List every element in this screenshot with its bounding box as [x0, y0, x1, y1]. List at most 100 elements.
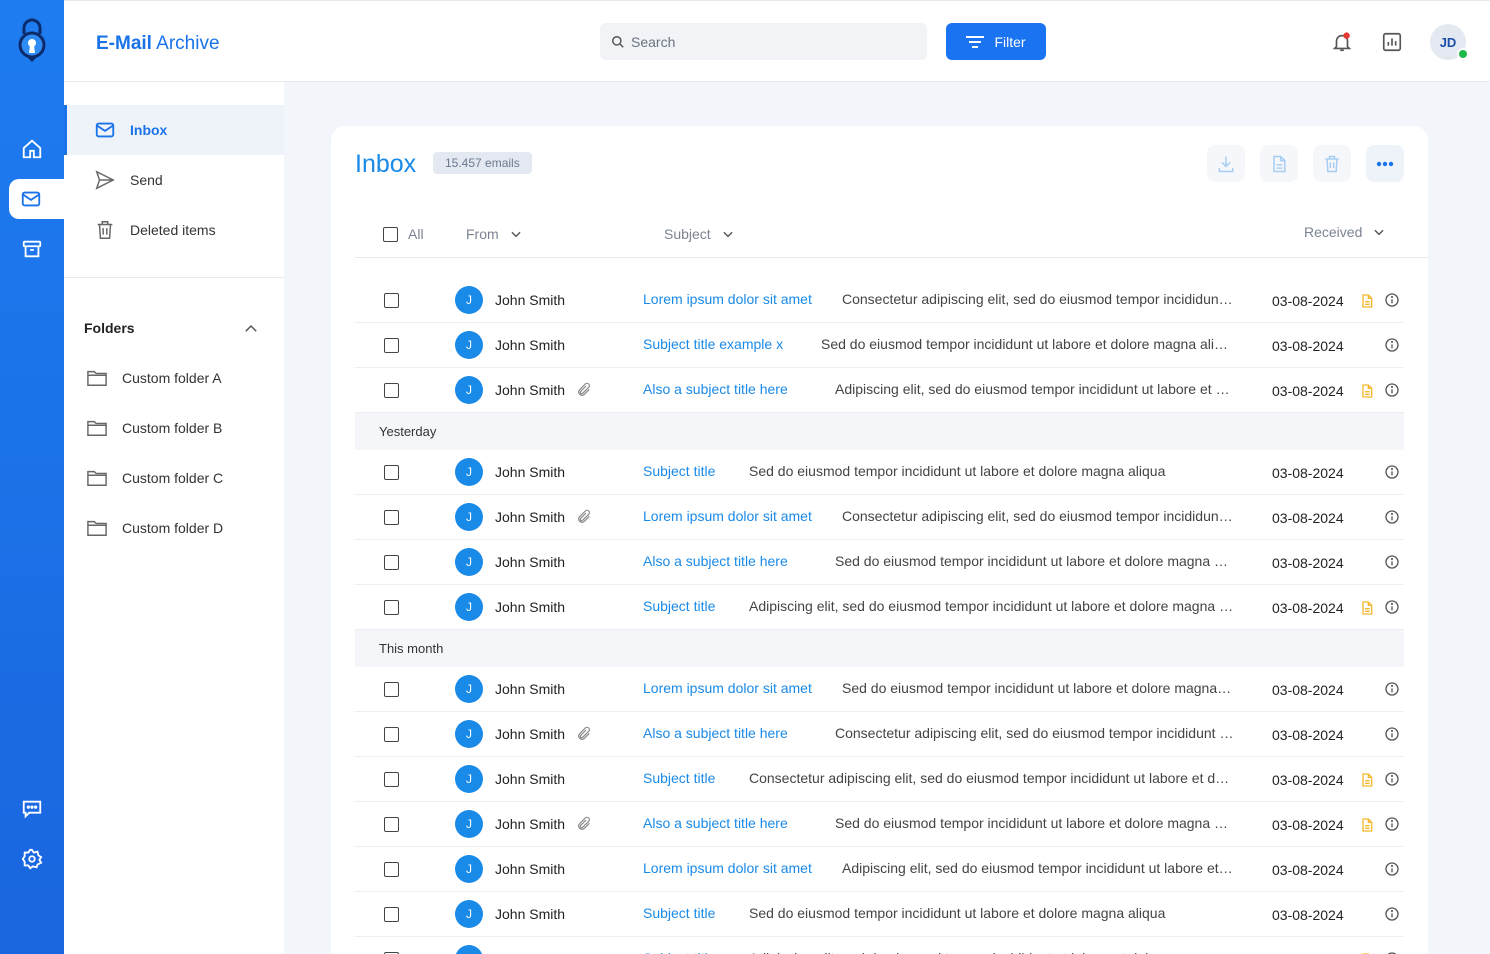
info-icon[interactable] [1384, 382, 1400, 398]
subject-link[interactable]: Lorem ipsum dolor sit amet [643, 291, 812, 307]
row-checkbox[interactable] [384, 600, 399, 615]
sender-name: John Smith [495, 382, 566, 398]
bell-icon[interactable] [1331, 31, 1353, 53]
folder-item[interactable]: Custom folder B [86, 410, 276, 446]
folder-label: Custom folder B [122, 420, 223, 436]
select-all[interactable]: All [383, 226, 424, 242]
subject-link[interactable]: Lorem ipsum dolor sit amet [643, 860, 812, 876]
folder-item[interactable]: Custom folder A [86, 360, 276, 396]
subject-link[interactable]: Also a subject title here [643, 553, 788, 569]
download-icon [1218, 156, 1234, 172]
subject-link[interactable]: Subject title [643, 950, 715, 954]
info-icon[interactable] [1384, 681, 1400, 697]
more-button[interactable] [1366, 145, 1404, 182]
info-icon[interactable] [1384, 906, 1400, 922]
subject-link[interactable]: Also a subject title here [643, 725, 788, 741]
subject-link[interactable]: Subject title [643, 598, 715, 614]
row-checkbox[interactable] [384, 555, 399, 570]
email-row[interactable]: J John Smith Also a subject title here Cons… [355, 712, 1404, 757]
paperclip-icon [578, 726, 590, 740]
subject-link[interactable]: Lorem ipsum dolor sit amet [643, 508, 812, 524]
row-checkbox[interactable] [384, 772, 399, 787]
row-checkbox[interactable] [384, 338, 399, 353]
info-icon[interactable] [1384, 726, 1400, 742]
row-checkbox[interactable] [384, 907, 399, 922]
info-icon[interactable] [1384, 771, 1400, 787]
row-checkbox[interactable] [384, 727, 399, 742]
more-dots-icon [1376, 161, 1394, 166]
filter-button[interactable]: Filter [946, 23, 1046, 60]
folder-icon [87, 420, 107, 436]
email-row[interactable]: JJohn SmithSubject titleAdipiscing elit,… [355, 937, 1404, 954]
email-row[interactable]: J John Smith Lorem ipsum dolor sit amet Con… [355, 495, 1404, 540]
email-row[interactable]: J John Smith Also a subject title here Sed … [355, 802, 1404, 847]
subject-link[interactable]: Also a subject title here [643, 381, 788, 397]
avatar: J [455, 458, 483, 486]
info-icon[interactable] [1384, 861, 1400, 877]
app-title: E-Mail Archive [96, 33, 220, 54]
email-row[interactable]: J John Smith Subject title Sed do eiusmod t… [355, 892, 1404, 937]
document-button[interactable] [1260, 145, 1298, 182]
sidebar-item-label: Inbox [130, 122, 168, 138]
sidebar-item-send[interactable]: Send [64, 155, 284, 205]
delete-button[interactable] [1313, 145, 1351, 182]
info-icon[interactable] [1384, 292, 1400, 308]
row-checkbox[interactable] [384, 862, 399, 877]
search-input[interactable] [631, 33, 911, 50]
row-checkbox[interactable] [384, 293, 399, 308]
column-received[interactable]: Received [1304, 224, 1386, 240]
subject-link[interactable]: Also a subject title here [643, 815, 788, 831]
user-avatar[interactable]: JD [1430, 24, 1469, 60]
email-row[interactable]: J John Smith Lorem ipsum dolor sit amet Adi… [355, 847, 1404, 892]
filter-label: Filter [994, 33, 1026, 50]
email-row[interactable]: J John Smith Subject title Consectetur adip… [355, 757, 1404, 802]
row-checkbox[interactable] [384, 465, 399, 480]
info-icon[interactable] [1384, 554, 1400, 570]
sender-name: John Smith [495, 906, 566, 922]
sidebar-item-inbox[interactable]: Inbox [64, 105, 284, 155]
row-checkbox[interactable] [384, 817, 399, 832]
email-row[interactable]: J John Smith Subject title example x Sed do… [355, 323, 1404, 368]
rail-home-button[interactable] [0, 129, 64, 169]
search-icon [612, 35, 624, 48]
filter-lines-icon [966, 35, 985, 48]
online-status-dot [1457, 48, 1469, 60]
email-row[interactable]: J John Smith Also a subject title here Sed … [355, 540, 1404, 585]
row-checkbox[interactable] [384, 383, 399, 398]
stats-icon[interactable] [1381, 31, 1403, 53]
folder-item[interactable]: Custom folder D [86, 510, 276, 546]
rail-archive-button[interactable] [0, 229, 64, 269]
user-initials: JD [1439, 34, 1457, 50]
search-box[interactable] [600, 23, 927, 60]
info-icon[interactable] [1384, 464, 1400, 480]
info-icon[interactable] [1384, 599, 1400, 615]
select-all-checkbox[interactable] [383, 226, 398, 242]
row-checkbox[interactable] [384, 682, 399, 697]
email-row[interactable]: J John Smith Also a subject title here Adip… [355, 368, 1404, 413]
column-from[interactable]: From [466, 226, 523, 242]
email-row[interactable]: J John Smith Lorem ipsum dolor sit amet Con… [355, 278, 1404, 323]
rail-chat-button[interactable] [0, 789, 64, 829]
email-row[interactable]: J John Smith Lorem ipsum dolor sit amet Sed… [355, 667, 1404, 712]
group-header: Yesterday [355, 413, 1404, 450]
download-button[interactable] [1207, 145, 1245, 182]
avatar: J [455, 675, 483, 703]
info-icon[interactable] [1384, 816, 1400, 832]
subject-link[interactable]: Subject title [643, 905, 715, 921]
email-row[interactable]: J John Smith Subject title Sed do eiusmod t… [355, 450, 1404, 495]
subject-link[interactable]: Lorem ipsum dolor sit amet [643, 680, 812, 696]
sidebar-item-deleted[interactable]: Deleted items [64, 205, 284, 255]
info-icon[interactable] [1384, 337, 1400, 353]
subject-link[interactable]: Subject title [643, 770, 715, 786]
chevron-up-icon[interactable] [242, 320, 260, 338]
rail-settings-button[interactable] [0, 839, 64, 879]
rail-mail-button[interactable] [9, 179, 64, 219]
chat-icon [22, 800, 42, 819]
email-row[interactable]: JJohn SmithSubject titleAdipiscing elit,… [355, 585, 1404, 630]
folder-item[interactable]: Custom folder C [86, 460, 276, 496]
subject-link[interactable]: Subject title example x [643, 336, 783, 352]
column-subject[interactable]: Subject [664, 226, 735, 242]
info-icon[interactable] [1384, 509, 1400, 525]
subject-link[interactable]: Subject title [643, 463, 715, 479]
row-checkbox[interactable] [384, 510, 399, 525]
